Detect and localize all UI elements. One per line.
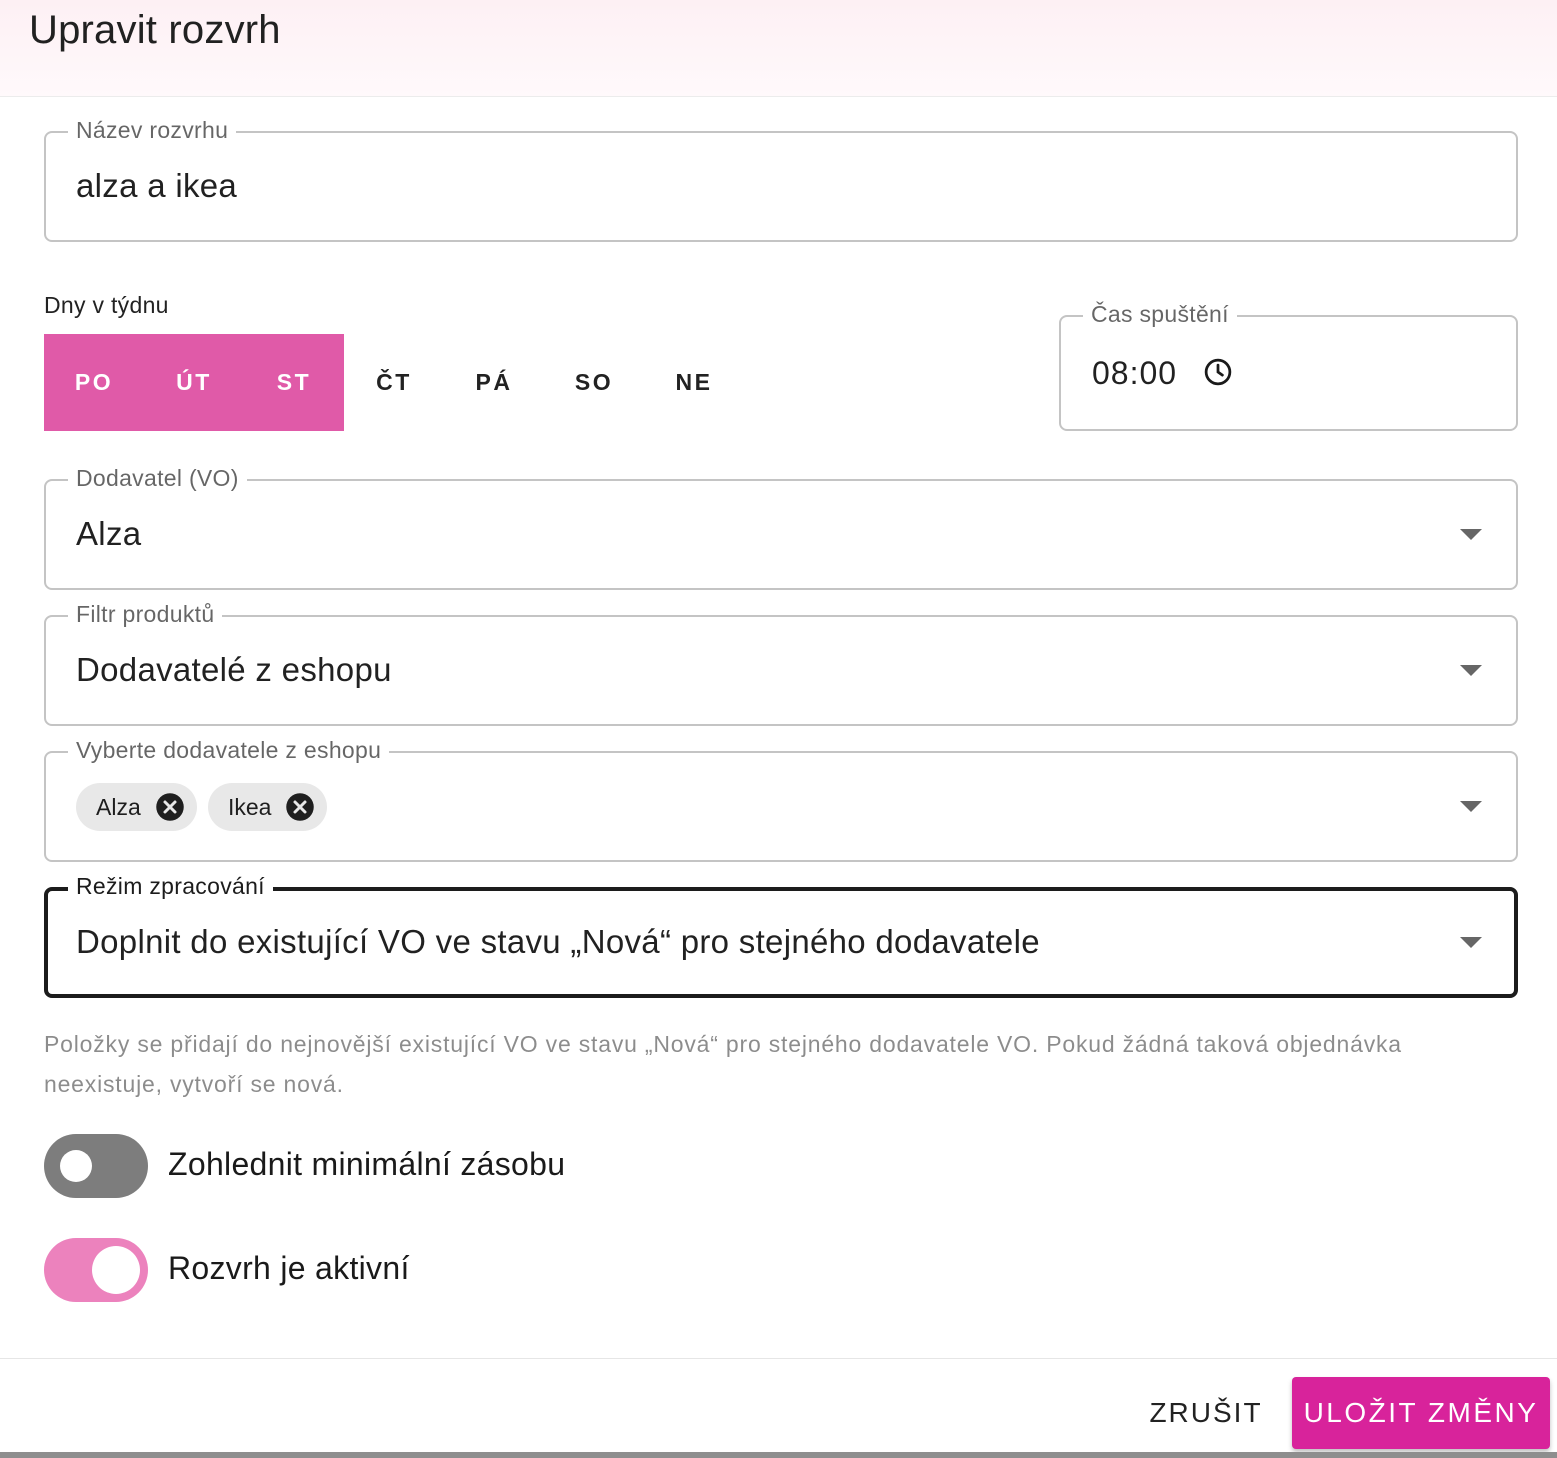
schedule-name-field[interactable]: Název rozvrhu alza a ikea [44,117,1518,242]
remove-chip-icon[interactable] [285,792,315,822]
schedule-name-outline [44,131,1518,242]
min-stock-label: Zohlednit minimální zásobu [168,1146,566,1182]
supplier-label: Dodavatel (VO) [68,465,247,492]
chevron-down-icon[interactable] [1460,801,1482,812]
chip-alza[interactable]: Alza [76,783,197,831]
start-time-label: Čas spuštění [1083,301,1237,328]
processing-mode-select[interactable]: Režim zpracování Doplnit do existující V… [44,873,1518,998]
min-stock-toggle[interactable]: Zohlednit minimální zásobu [44,1134,644,1198]
product-filter-select[interactable]: Filtr produktů Dodavatelé z eshopu [44,601,1518,726]
cancel-button[interactable]: ZRUŠIT [1136,1379,1276,1447]
chevron-down-icon[interactable] [1460,529,1482,540]
start-time-input[interactable]: 08:00 [1092,355,1177,392]
supplier-select[interactable]: Dodavatel (VO) Alza [44,465,1518,590]
chevron-down-icon[interactable] [1460,937,1482,948]
edit-schedule-dialog: Upravit rozvrh Název rozvrhu alza a ikea… [0,0,1557,1458]
toggle-thumb [92,1246,140,1294]
eshop-suppliers-label: Vyberte dodavatele z eshopu [68,737,390,764]
day-toggle-fri[interactable]: PÁ [444,334,544,431]
remove-chip-icon[interactable] [155,792,185,822]
day-toggle-wed[interactable]: ST [244,334,344,431]
clock-icon[interactable] [1203,357,1233,387]
chip-label: Alza [96,793,141,820]
days-of-week-toggle-group: PO ÚT ST ČT PÁ SO NE [44,334,744,431]
chip-ikea[interactable]: Ikea [208,783,328,831]
chip-label: Ikea [228,793,272,820]
schedule-name-label: Název rozvrhu [68,117,237,144]
day-toggle-tue[interactable]: ÚT [144,334,244,431]
schedule-name-input[interactable]: alza a ikea [76,167,237,205]
product-filter-value: Dodavatelé z eshopu [76,651,392,688]
processing-mode-value: Doplnit do existující VO ve stavu „Nová“… [76,923,1040,960]
eshop-suppliers-select[interactable]: Vyberte dodavatele z eshopu Alza Ikea [44,737,1518,862]
save-changes-button[interactable]: ULOŽIT ZMĚNY [1292,1377,1550,1449]
chevron-down-icon[interactable] [1460,665,1482,676]
dialog-header: Upravit rozvrh [0,0,1557,97]
supplier-outline [44,479,1518,590]
schedule-active-label: Rozvrh je aktivní [168,1250,410,1286]
day-toggle-mon[interactable]: PO [44,334,144,431]
day-toggle-sun[interactable]: NE [644,334,744,431]
processing-mode-label: Režim zpracování [68,873,273,900]
toggle-thumb [60,1150,92,1182]
day-toggle-sat[interactable]: SO [544,334,644,431]
day-toggle-thu[interactable]: ČT [344,334,444,431]
dialog-title: Upravit rozvrh [29,8,281,52]
processing-mode-helper-text: Položky se přidají do nejnovější existuj… [44,1031,1402,1097]
product-filter-label: Filtr produktů [68,601,223,628]
dialog-actions: ZRUŠIT ULOŽIT ZMĚNY [0,1358,1557,1458]
bottom-edge [0,1452,1557,1458]
supplier-value: Alza [76,515,142,552]
schedule-active-toggle[interactable]: Rozvrh je aktivní [44,1238,644,1302]
days-of-week-label: Dny v týdnu [44,292,169,318]
start-time-field[interactable]: Čas spuštění 08:00 [1059,301,1518,431]
